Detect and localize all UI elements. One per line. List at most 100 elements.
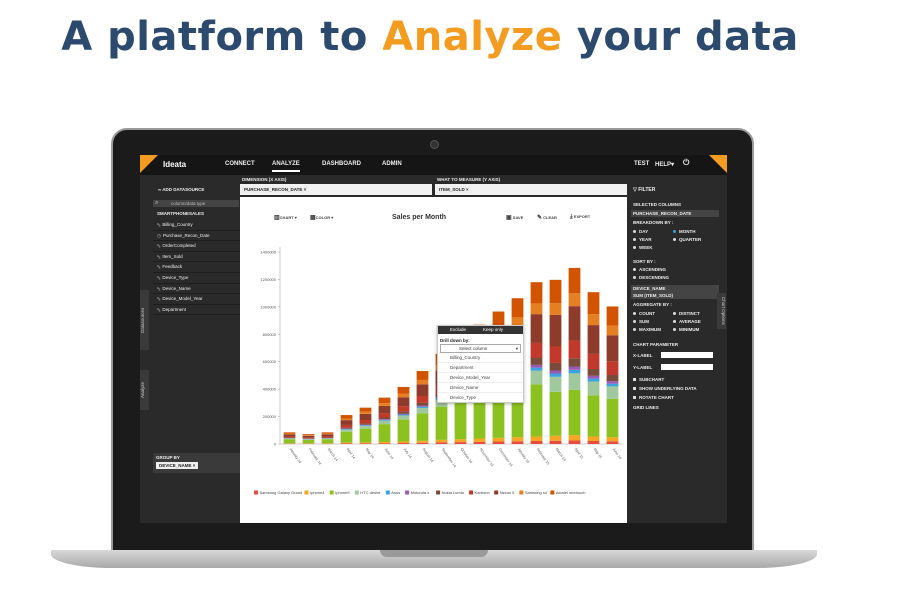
y-label-input[interactable] — [661, 364, 713, 370]
nav-connect[interactable]: CONNECT — [225, 161, 255, 167]
bar-segment — [340, 418, 353, 421]
app-logo[interactable]: Ideata — [163, 160, 186, 169]
device-name-chip[interactable]: DEVICE_NAME — [631, 285, 719, 292]
aggregate-sum[interactable]: SUM — [633, 319, 649, 324]
breakdown-title: BREAKDOWN BY : — [633, 220, 674, 225]
aggregate-average[interactable]: AVERAGE — [673, 319, 701, 324]
y-tick-label: 600000 — [263, 359, 277, 364]
right-panel: ▽ FILTER SELECTED COLUMNS PURCHASE_RECON… — [627, 175, 727, 523]
option-label: SHOW UNDERLYING DATA — [639, 386, 697, 391]
grid-lines-toggle[interactable]: GRID LINES — [633, 405, 659, 410]
bar-segment — [302, 435, 315, 436]
bar-segment — [397, 441, 410, 444]
close-icon[interactable]: × — [466, 187, 469, 192]
x-label-input[interactable] — [661, 352, 713, 358]
tab-chart-options[interactable]: Chart Options — [717, 293, 726, 329]
bar-segment — [492, 441, 505, 444]
drilldown-select[interactable]: Select column ▾ — [440, 344, 521, 353]
legend-label: Alcatel onetouch — [556, 490, 586, 495]
y-axis-dropzone[interactable]: ITEM_SOLD × — [435, 184, 627, 195]
legend-label: Nokia Lumia — [442, 490, 465, 495]
keep-only-button[interactable]: Keep only — [483, 327, 503, 332]
show-underlying-toggle[interactable]: SHOW UNDERLYING DATA — [633, 386, 697, 391]
close-icon[interactable]: × — [304, 187, 307, 192]
radio-icon — [673, 320, 676, 324]
x-tick-label: April 15 — [574, 447, 584, 459]
bar-segment — [321, 439, 334, 444]
column-item[interactable]: ᵃₐ Device_Type — [153, 273, 240, 284]
tab-analyze[interactable]: Analyze — [140, 370, 149, 410]
bar-segment — [302, 437, 315, 439]
bar-segment — [549, 303, 562, 315]
exclude-button[interactable]: Exclude — [450, 327, 466, 332]
column-item[interactable]: ᵃₐ Device_Name — [153, 284, 240, 295]
headline-part1: A platform to — [61, 14, 383, 60]
user-menu[interactable]: TEST — [634, 161, 649, 167]
bar-segment — [435, 406, 448, 440]
aggregate-maximum[interactable]: MAXIMUM — [633, 327, 661, 332]
aggregate-minimum[interactable]: MINIMUM — [673, 327, 699, 332]
add-datasource-button[interactable]: ∞ ADD DATASOURCE — [158, 187, 204, 192]
sum-item-chip[interactable]: SUM (ITEM_SOLD) — [631, 292, 719, 299]
column-item[interactable]: ᵃₐ Item_Sold — [153, 252, 240, 263]
bar-segment — [378, 443, 391, 444]
y-axis-chip[interactable]: ITEM_SOLD × — [436, 186, 472, 193]
x-column-chip[interactable]: PURCHASE_RECON_DATE — [631, 210, 719, 217]
drilldown-option[interactable]: Device_Model_Year — [438, 373, 523, 383]
checkbox-icon — [633, 378, 636, 382]
breakdown-week[interactable]: WEEK — [633, 245, 653, 250]
breakdown-month[interactable]: MONTH — [673, 229, 696, 234]
bar-segment — [340, 424, 353, 428]
column-item[interactable]: ◷ Purchase_Recon_Date — [153, 231, 240, 242]
drilldown-option[interactable]: Department — [438, 363, 523, 373]
drilldown-option[interactable]: Device_Type — [438, 393, 523, 402]
option-label: WEEK — [639, 245, 653, 250]
bar-segment — [587, 395, 600, 437]
nav-dashboard[interactable]: DASHBOARD — [322, 161, 361, 167]
bar-segment — [606, 398, 619, 438]
bar-segment — [587, 368, 600, 376]
column-item[interactable]: ᵃₐ Department — [153, 305, 240, 316]
x-tick-label: May 15 — [593, 447, 603, 459]
nav-admin[interactable]: ADMIN — [382, 161, 402, 167]
nav-analyze[interactable]: ANALYZE — [272, 161, 300, 172]
column-item[interactable]: ᵃₐ OrderCompleted — [153, 241, 240, 252]
x-axis-dropzone[interactable]: PURCHASE_RECON_DATE × — [240, 184, 432, 195]
breakdown-day[interactable]: DAY — [633, 229, 648, 234]
bar-segment — [454, 439, 467, 443]
aggregate-count[interactable]: COUNT — [633, 311, 655, 316]
x-tick-label: September 14 — [441, 447, 457, 468]
column-item[interactable]: ᵃₐ Device_Model_Year — [153, 294, 240, 305]
rotate-chart-toggle[interactable]: ROTATE CHART — [633, 395, 674, 400]
filter-button[interactable]: ▽ FILTER — [633, 187, 655, 193]
bar-segment — [568, 267, 581, 294]
x-tick-label: January 15 — [517, 447, 530, 464]
sort-descending[interactable]: DESCENDING — [633, 275, 669, 280]
bar-segment — [549, 391, 562, 436]
power-icon[interactable]: ⏻ — [683, 158, 689, 168]
drilldown-option[interactable]: Billing_Country — [438, 353, 523, 363]
subchart-toggle[interactable]: SUBCHART — [633, 377, 664, 382]
aggregate-distinct[interactable]: DISTINCT — [673, 311, 700, 316]
close-icon[interactable]: × — [193, 463, 196, 468]
bar-segment — [568, 435, 581, 441]
bar-segment — [416, 442, 429, 444]
drilldown-option[interactable]: Device_Name — [438, 383, 523, 393]
sort-ascending[interactable]: ASCENDING — [633, 267, 666, 272]
tab-datasources[interactable]: Datasources — [140, 290, 149, 350]
bar-segment — [454, 400, 467, 440]
breakdown-quarter[interactable]: QUARTER — [673, 237, 701, 242]
option-label: YEAR — [639, 237, 652, 242]
column-item[interactable]: ᵃₐ Billing_Country — [153, 220, 240, 231]
breakdown-year[interactable]: YEAR — [633, 237, 652, 242]
column-search-input[interactable]: column/data type — [153, 200, 239, 207]
legend-label: Samsung s4 — [525, 490, 548, 495]
bar-segment — [606, 335, 619, 362]
x-axis-chip[interactable]: PURCHASE_RECON_DATE × — [241, 186, 310, 193]
bar-segment — [587, 375, 600, 379]
column-item[interactable]: ᵃₐ Feedback — [153, 262, 240, 273]
help-menu[interactable]: HELP▾ — [655, 161, 674, 168]
group-by-chip[interactable]: DEVICE_NAME × — [156, 462, 199, 469]
chevron-down-icon: ▾ — [671, 162, 675, 168]
radio-icon — [673, 328, 676, 332]
